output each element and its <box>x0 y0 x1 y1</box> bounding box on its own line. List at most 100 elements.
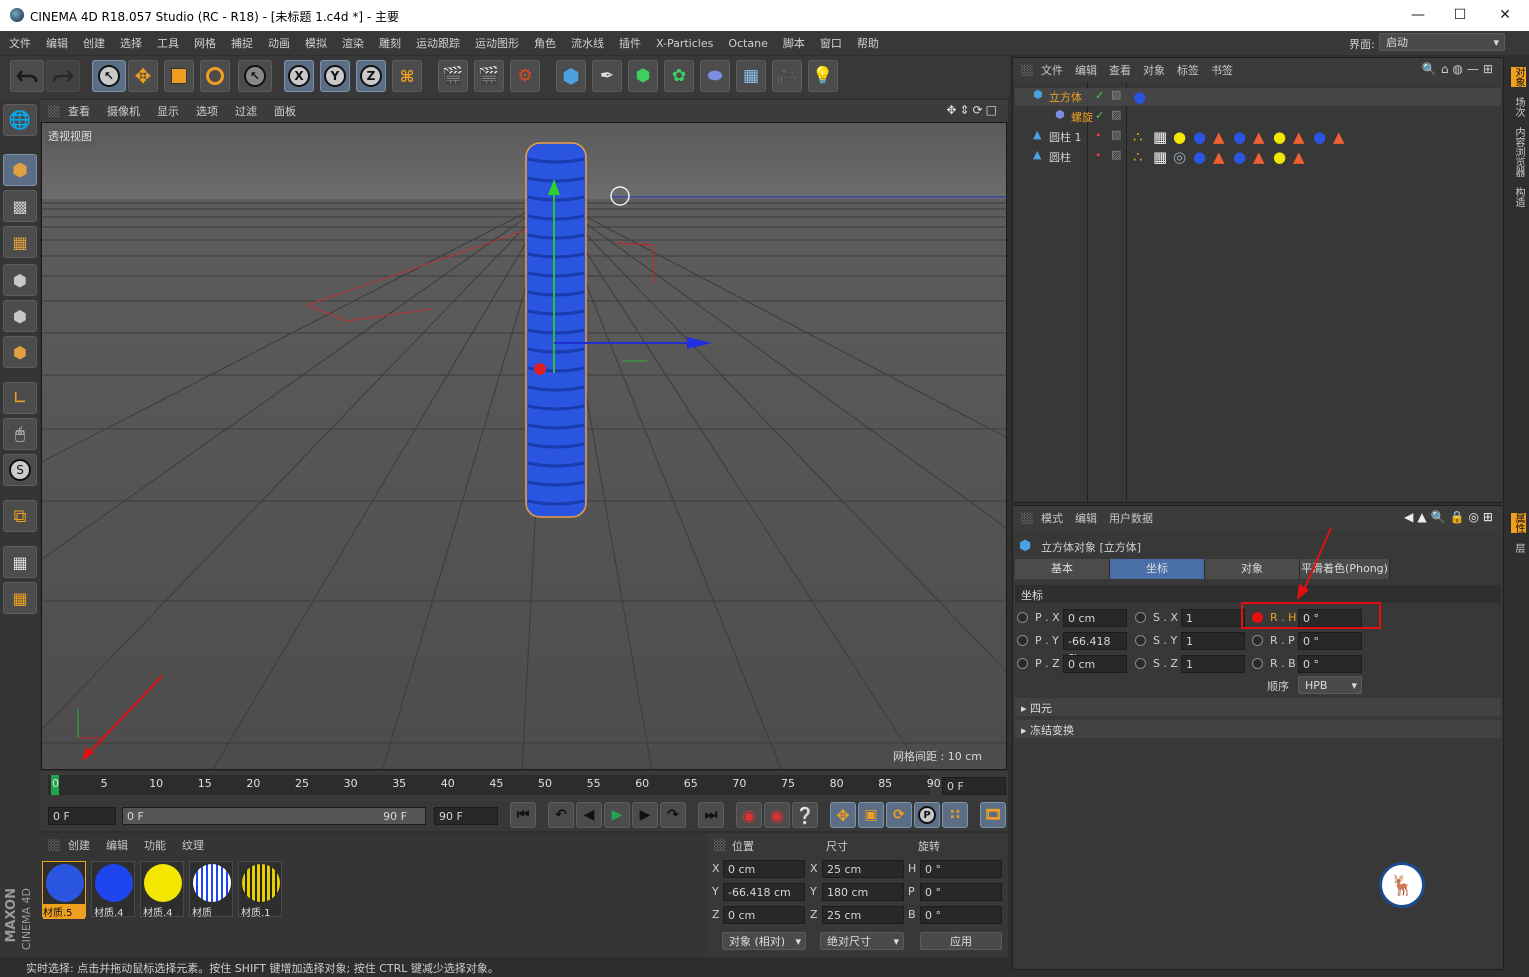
scale-tool[interactable] <box>164 60 194 92</box>
coordinate-system-button[interactable]: ⌘ <box>392 60 422 92</box>
z-axis-lock[interactable]: Z <box>356 60 386 92</box>
menu-item-15[interactable]: 插件 <box>619 35 641 51</box>
position-x-field[interactable]: 0 cm <box>723 860 805 878</box>
attribute-menu-item-1[interactable]: 编辑 <box>1075 510 1097 526</box>
material-tag-icon[interactable]: ● <box>1273 128 1286 146</box>
layer-toggle-icon[interactable]: ▨ <box>1111 88 1121 101</box>
material-tag-icon[interactable]: ▲ <box>1293 128 1305 146</box>
attribute-tab-1[interactable]: 坐标 <box>1110 559 1205 579</box>
material-tag-icon[interactable]: ▦ <box>1153 128 1167 146</box>
material-tag-icon[interactable]: ∴ <box>1133 128 1143 146</box>
cube-primitive-button[interactable]: ⬢ <box>556 60 586 92</box>
position-z-field[interactable]: 0 cm <box>723 906 805 924</box>
light-button[interactable]: 💡 <box>808 60 838 92</box>
timeline-window-button[interactable]: 🎞 <box>980 802 1006 828</box>
material-menu-item-2[interactable]: 功能 <box>144 837 166 853</box>
object-manager-tools[interactable]: 🔍⌂◍—⊞ <box>1422 62 1497 76</box>
key-pla-button[interactable]: ∷ <box>942 802 968 828</box>
menu-item-1[interactable]: 编辑 <box>46 35 68 51</box>
object-menu-item-5[interactable]: 书签 <box>1211 62 1233 78</box>
record-button[interactable]: ◉ <box>736 802 762 828</box>
material-tag-icon[interactable]: ▲ <box>1293 148 1305 166</box>
layer-toggle-icon[interactable]: ▨ <box>1111 128 1121 141</box>
size-mode-select[interactable]: 绝对尺寸 ▾ <box>820 932 904 950</box>
minimize-button[interactable]: — <box>1403 4 1433 26</box>
render-settings-button[interactable]: ⚙ <box>510 60 540 92</box>
object-row[interactable]: ▲ 圆柱 1 • ▨ ∴ ▦ ● ● ▲ ● ▲ ● ▲ ● ▲ <box>1015 128 1501 146</box>
material-swatch[interactable]: 材质.4 <box>91 861 135 919</box>
material-tag-icon[interactable]: ● <box>1313 128 1326 146</box>
attribute-tab-2[interactable]: 对象 <box>1205 559 1300 579</box>
undo-button[interactable] <box>10 60 44 92</box>
material-tag-icon[interactable]: ● <box>1193 128 1206 146</box>
right-tab-3[interactable]: 构造 <box>1511 187 1526 207</box>
material-swatch[interactable]: 材质.4 <box>140 861 184 919</box>
rotation-p-field[interactable]: 0 ° <box>920 883 1002 901</box>
scale-keyframe-radio[interactable] <box>1135 612 1146 623</box>
material-tag-icon[interactable]: ▲ <box>1253 128 1265 146</box>
render-picture-viewer-button[interactable]: 🎬 <box>474 60 504 92</box>
go-to-start-button[interactable]: ⏮ <box>510 802 536 828</box>
layout-select[interactable]: 启动 ▾ <box>1379 33 1505 51</box>
make-editable-button[interactable]: 🌐 <box>3 104 37 136</box>
object-menu-item-2[interactable]: 查看 <box>1109 62 1131 78</box>
next-frame-button[interactable]: ▶ <box>632 802 658 828</box>
attribute-nav-tools[interactable]: ◀▲🔍🔒◎⊞ <box>1404 510 1497 524</box>
workplane-align-button[interactable]: ▦ <box>3 582 37 614</box>
scale-keyframe-radio[interactable] <box>1135 658 1146 669</box>
visibility-toggle[interactable]: ✓ <box>1095 109 1104 122</box>
right-tab-2[interactable]: 内容浏览器 <box>1511 127 1526 177</box>
rot-1-field[interactable]: 0 ° <box>1298 632 1362 650</box>
layer-toggle-icon[interactable]: ▨ <box>1111 148 1121 161</box>
start-frame-field[interactable]: 0 F <box>48 807 116 825</box>
timeline-ruler[interactable]: 0 5 10 15 20 25 30 35 40 45 50 55 60 65 70 75 80 85 90 0 F <box>40 771 1008 801</box>
coord-mode-select[interactable]: 对象 (相对) ▾ <box>722 932 806 950</box>
menu-item-2[interactable]: 创建 <box>83 35 105 51</box>
right-tab-lower-0[interactable]: 属性 <box>1511 513 1526 533</box>
material-tag-icon[interactable]: ∴ <box>1133 148 1143 166</box>
material-tag-icon[interactable]: ● <box>1193 148 1206 166</box>
object-row[interactable]: ⬢ 立方体 ✓ ▨ ● <box>1015 88 1501 106</box>
pos-keyframe-radio[interactable] <box>1017 612 1028 623</box>
prev-frame-button[interactable]: ◀ <box>576 802 602 828</box>
viewport-menu-item-0[interactable]: 查看 <box>68 103 90 119</box>
scale-1-field[interactable]: 1 <box>1181 632 1245 650</box>
redo-button[interactable] <box>46 60 80 92</box>
lock-workplane-button[interactable]: ▦ <box>3 546 37 578</box>
scale-0-field[interactable]: 1 <box>1181 609 1245 627</box>
rot-keyframe-radio[interactable] <box>1252 635 1263 646</box>
menu-item-20[interactable]: 帮助 <box>857 35 879 51</box>
attribute-menu-item-0[interactable]: 模式 <box>1041 510 1063 526</box>
material-tag-icon[interactable]: ▲ <box>1213 148 1225 166</box>
x-axis-lock[interactable]: X <box>284 60 314 92</box>
visibility-toggle[interactable]: ✓ <box>1095 89 1104 102</box>
material-tag-icon[interactable]: ▦ <box>1153 148 1167 166</box>
object-menu-item-4[interactable]: 标签 <box>1177 62 1199 78</box>
key-position-button[interactable]: ✥ <box>830 802 856 828</box>
rotate-tool[interactable] <box>200 60 230 92</box>
menu-item-5[interactable]: 网格 <box>194 35 216 51</box>
rotation-h-field[interactable]: 0 ° <box>920 860 1002 878</box>
material-tag-icon[interactable]: ● <box>1173 128 1186 146</box>
tweak-mode-button[interactable]: 🖱 <box>3 418 37 450</box>
object-row[interactable]: ▲ 圆柱 • ▨ ∴ ▦ ◎ ● ▲ ● ▲ ● ▲ <box>1015 148 1501 166</box>
menu-item-0[interactable]: 文件 <box>9 35 31 51</box>
snap-button[interactable]: S <box>3 454 37 486</box>
material-menu-item-3[interactable]: 纹理 <box>182 837 204 853</box>
go-to-end-button[interactable]: ⏭ <box>698 802 724 828</box>
rot-keyframe-radio[interactable] <box>1252 658 1263 669</box>
menu-item-6[interactable]: 捕捉 <box>231 35 253 51</box>
menu-item-4[interactable]: 工具 <box>157 35 179 51</box>
material-tag-icon[interactable]: ▲ <box>1213 128 1225 146</box>
menu-item-12[interactable]: 运动图形 <box>475 35 519 51</box>
material-menu-item-0[interactable]: 创建 <box>68 837 90 853</box>
menu-item-14[interactable]: 流水线 <box>571 35 604 51</box>
material-swatch[interactable]: 材质.1 <box>238 861 282 919</box>
object-menu-item-0[interactable]: 文件 <box>1041 62 1063 78</box>
camera-button[interactable]: 🎥 <box>772 60 802 92</box>
object-row[interactable]: ⬢ 螺旋 ✓ ▨ <box>1015 108 1501 126</box>
magnet-button[interactable]: ⧉ <box>3 500 37 532</box>
key-rotation-button[interactable]: ⟳ <box>886 802 912 828</box>
edges-mode-button[interactable]: ⬢ <box>3 300 37 332</box>
viewport-menu-item-3[interactable]: 选项 <box>196 103 218 119</box>
